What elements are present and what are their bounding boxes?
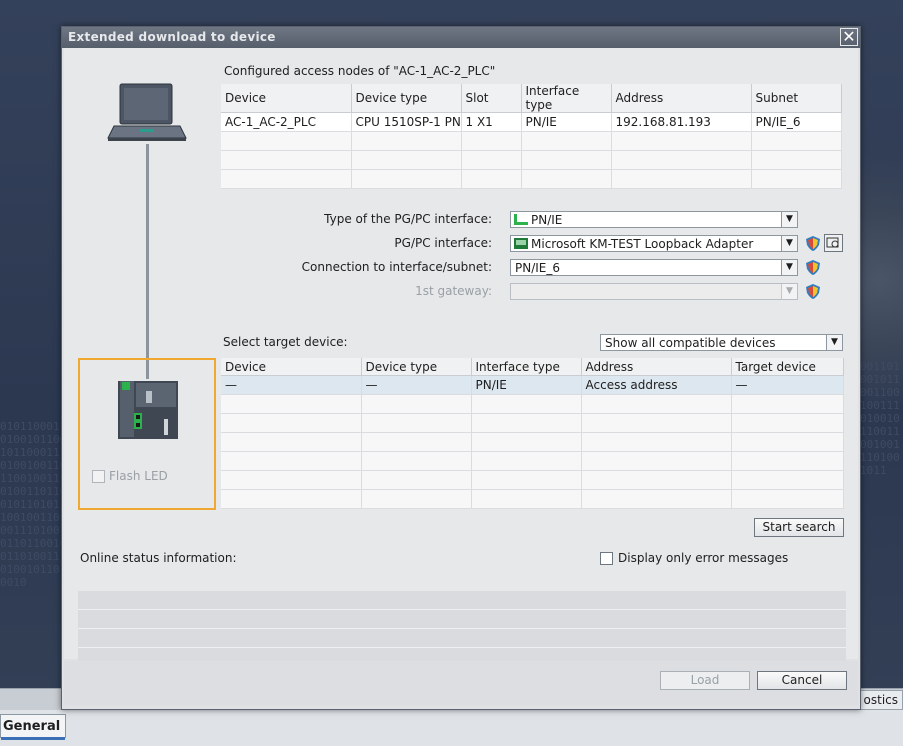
start-search-button[interactable]: Start search xyxy=(754,518,844,537)
load-button[interactable]: Load xyxy=(660,671,750,690)
connection-subnet-value: PN/IE_6 xyxy=(515,261,561,275)
col-address[interactable]: Address xyxy=(611,84,752,113)
pgpc-type-select[interactable]: PN/IE ▼ xyxy=(510,211,798,228)
interface-properties-button[interactable] xyxy=(824,234,843,252)
chevron-down-icon[interactable]: ▼ xyxy=(826,335,842,350)
col-slot[interactable]: Slot xyxy=(461,84,522,113)
table-row-empty xyxy=(221,489,844,509)
table-row-empty xyxy=(221,394,844,414)
cell-device: — xyxy=(221,375,362,395)
dialog-titlebar[interactable]: Extended download to device ✕ xyxy=(62,27,860,48)
tab-general[interactable]: General xyxy=(0,714,66,740)
pgpc-type-label: Type of the PG/PC interface: xyxy=(324,212,492,226)
table-row-empty xyxy=(221,470,844,490)
cell-address: 192.168.81.193 xyxy=(611,112,752,132)
configured-nodes-table: Device Device type Slot Interface type A… xyxy=(221,84,842,189)
table-row-empty xyxy=(221,451,844,471)
cell-device: AC-1_AC-2_PLC xyxy=(221,112,352,132)
flash-led-label: Flash LED xyxy=(109,469,168,483)
connection-subnet-select[interactable]: PN/IE_6 ▼ xyxy=(510,259,798,276)
col-interface-type[interactable]: Interface type xyxy=(521,84,612,113)
col-device[interactable]: Device xyxy=(221,358,362,376)
pgpc-interface-label: PG/PC interface: xyxy=(394,236,492,250)
network-adapter-icon xyxy=(514,238,528,249)
cell-device-type: CPU 1510SP-1 PN xyxy=(351,112,462,132)
chevron-down-icon[interactable]: ▼ xyxy=(781,212,797,227)
table-row-empty xyxy=(221,150,842,170)
col-address[interactable]: Address xyxy=(581,358,732,376)
dialog-footer: Load Cancel xyxy=(64,661,858,705)
col-device-type[interactable]: Device type xyxy=(361,358,472,376)
extended-download-dialog: Extended download to device ✕ Flash LED … xyxy=(61,26,861,710)
table-row[interactable]: AC-1_AC-2_PLC CPU 1510SP-1 PN 1 X1 PN/IE… xyxy=(221,112,842,132)
col-subnet[interactable]: Subnet xyxy=(751,84,842,113)
target-devices-table: Device Device type Interface type Addres… xyxy=(221,358,844,509)
target-device-heading: Select target device: xyxy=(223,335,348,349)
dialog-title: Extended download to device xyxy=(68,30,276,44)
tab-general-label: General xyxy=(3,719,61,734)
first-gateway-label: 1st gateway: xyxy=(415,284,492,298)
close-button[interactable]: ✕ xyxy=(840,28,858,46)
pgpc-interface-value: Microsoft KM-TEST Loopback Adapter xyxy=(531,237,754,251)
table-row-empty xyxy=(221,131,842,151)
cell-interface-type: PN/IE xyxy=(521,112,612,132)
tab-diagnostics[interactable]: ostics xyxy=(858,690,903,710)
chevron-down-icon[interactable]: ▼ xyxy=(781,284,797,299)
shield-icon xyxy=(806,284,820,299)
col-device-type[interactable]: Device type xyxy=(351,84,462,113)
pgpc-type-value: PN/IE xyxy=(531,213,563,227)
plc-device-icon xyxy=(118,381,178,439)
first-gateway-select[interactable]: ▼ xyxy=(510,283,798,300)
network-icon xyxy=(514,214,528,225)
error-only-label: Display only error messages xyxy=(618,551,789,565)
col-device[interactable]: Device xyxy=(221,84,352,113)
configured-nodes-heading: Configured access nodes of "AC-1_AC-2_PL… xyxy=(224,64,496,78)
connection-subnet-label: Connection to interface/subnet: xyxy=(301,260,492,274)
table-row-empty xyxy=(221,432,844,452)
chevron-down-icon[interactable]: ▼ xyxy=(781,260,797,275)
cell-interface-type: PN/IE xyxy=(471,375,582,395)
error-only-checkbox[interactable] xyxy=(600,552,613,565)
background-binary-pattern: 0101100011010010110010110001110100100110… xyxy=(0,420,67,589)
cell-device-type: — xyxy=(361,375,472,395)
shield-icon xyxy=(806,236,820,251)
compatible-devices-filter[interactable]: Show all compatible devices ▼ xyxy=(600,334,843,351)
table-row[interactable]: — — PN/IE Access address — xyxy=(221,375,844,395)
connection-line xyxy=(146,144,149,379)
cell-subnet: PN/IE_6 xyxy=(751,112,842,132)
bottom-tab-bar xyxy=(0,710,903,746)
tab-diagnostics-label: ostics xyxy=(863,693,898,707)
online-status-list xyxy=(78,591,846,669)
pgpc-interface-select[interactable]: Microsoft KM-TEST Loopback Adapter ▼ xyxy=(510,235,798,252)
magnifier-icon xyxy=(826,237,839,248)
cancel-button[interactable]: Cancel xyxy=(757,671,847,690)
flash-led-checkbox[interactable] xyxy=(92,470,105,483)
pc-laptop-icon xyxy=(107,83,187,141)
dialog-body: Flash LED Configured access nodes of "AC… xyxy=(64,48,858,669)
cell-address: Access address xyxy=(581,375,732,395)
cell-slot: 1 X1 xyxy=(461,112,522,132)
col-target-device[interactable]: Target device xyxy=(731,358,844,376)
chevron-down-icon[interactable]: ▼ xyxy=(781,236,797,251)
online-status-label: Online status information: xyxy=(80,551,237,565)
shield-icon xyxy=(806,260,820,275)
background-binary-pattern-right: 0011010010110011001001110100101100110010… xyxy=(860,360,900,477)
table-row-empty xyxy=(221,413,844,433)
table-row-empty xyxy=(221,169,842,189)
col-interface-type[interactable]: Interface type xyxy=(471,358,582,376)
compatible-devices-value: Show all compatible devices xyxy=(605,336,776,350)
cell-target-device: — xyxy=(731,375,844,395)
